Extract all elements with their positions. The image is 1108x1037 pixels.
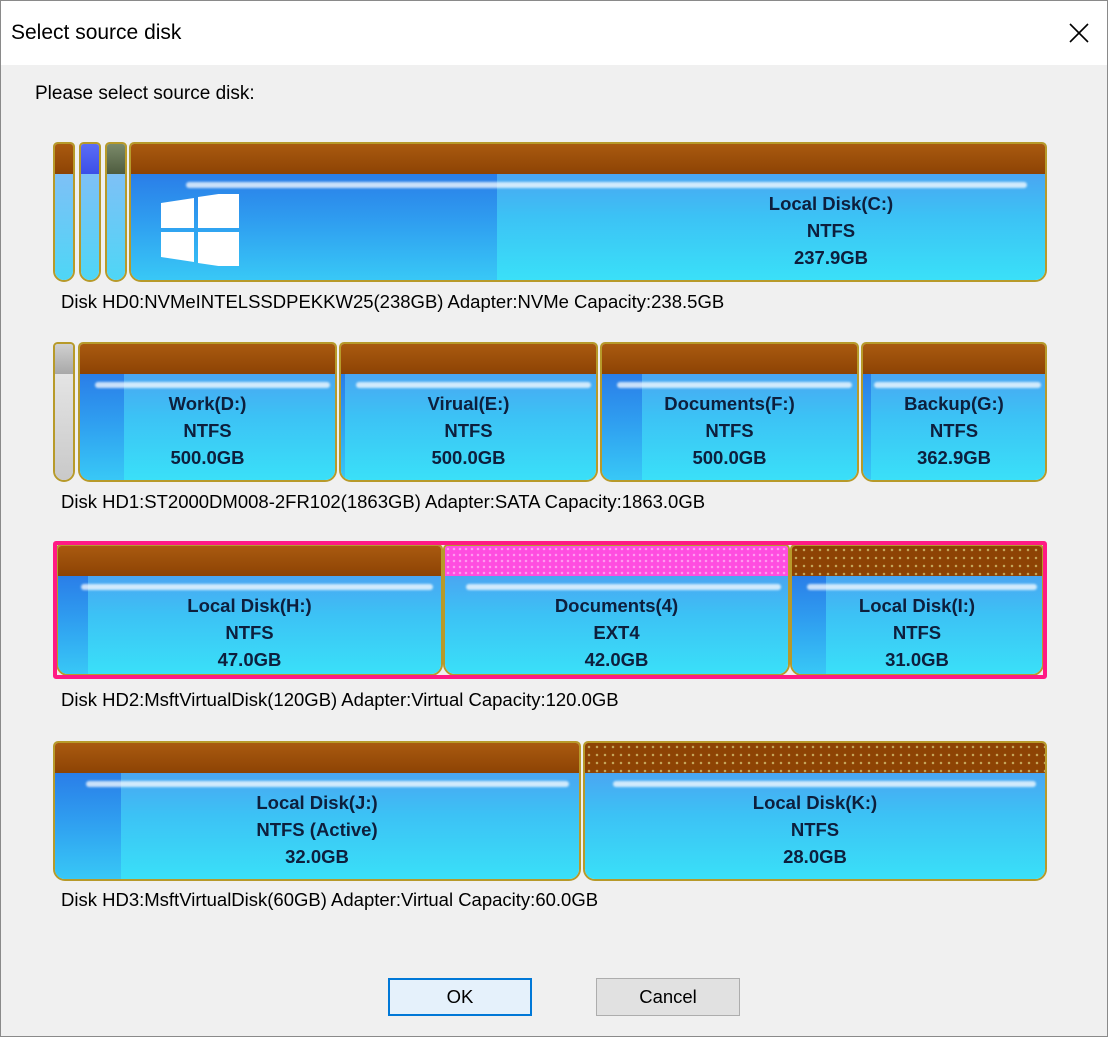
prompt-label: Please select source disk: <box>35 83 255 104</box>
disk-hd0-label: Disk HD0:NVMeINTELSSDPEKKW25(238GB) Adap… <box>61 291 725 312</box>
partition-filesystem: NTFS <box>929 420 979 441</box>
partition-filesystem: NTFS <box>892 622 942 643</box>
partition-name: Documents(F:) <box>664 393 795 414</box>
partition-local-disk-i[interactable]: Local Disk(I:) NTFS 31.0GB <box>790 544 1044 676</box>
partition-name: Local Disk(K:) <box>752 792 878 813</box>
partition-filesystem: NTFS <box>705 420 754 441</box>
disk-hd2-label: Disk HD2:MsftVirtualDisk(120GB) Adapter:… <box>61 689 619 710</box>
partition-info: Local Disk(C:) NTFS 237.9GB <box>497 190 1045 271</box>
partition-local-disk-c[interactable]: Local Disk(C:) NTFS 237.9GB <box>129 142 1047 282</box>
partition-name: Local Disk(J:) <box>256 792 378 813</box>
partition-size: 47.0GB <box>217 649 282 670</box>
partition-work-d[interactable]: Work(D:) NTFS 500.0GB <box>78 342 337 482</box>
disk-hd3-label: Disk HD3:MsftVirtualDisk(60GB) Adapter:V… <box>61 889 599 910</box>
partition-local-disk-k[interactable]: Local Disk(K:) NTFS 28.0GB <box>583 741 1047 881</box>
partition-name: Local Disk(I:) <box>858 595 976 616</box>
partition-size: 42.0GB <box>584 649 649 670</box>
partition-filesystem: NTFS <box>790 819 840 840</box>
partition-filesystem: EXT4 <box>593 622 640 643</box>
hd1-reserved-partition[interactable] <box>53 342 75 482</box>
partition-info: Local Disk(K:) NTFS 28.0GB <box>585 789 1045 870</box>
partition-info: Documents(F:) NTFS 500.0GB <box>602 390 857 471</box>
partition-info: Virual(E:) NTFS 500.0GB <box>341 390 596 471</box>
partition-size: 31.0GB <box>885 649 949 670</box>
close-button[interactable] <box>1051 1 1107 65</box>
hd0-reserved-partition-2[interactable] <box>79 142 101 282</box>
partition-name: Backup(G:) <box>904 393 1004 414</box>
partition-filesystem: NTFS <box>225 622 274 643</box>
partition-name: Documents(4) <box>554 595 679 616</box>
partition-info: Local Disk(J:) NTFS (Active) 32.0GB <box>55 789 579 870</box>
title-bar: Select source disk <box>1 1 1107 65</box>
partition-name: Local Disk(H:) <box>187 595 312 616</box>
partition-info: Documents(4) EXT4 42.0GB <box>445 592 788 673</box>
partition-filesystem: NTFS <box>444 420 493 441</box>
partition-info: Work(D:) NTFS 500.0GB <box>80 390 335 471</box>
partition-local-disk-h[interactable]: Local Disk(H:) NTFS 47.0GB <box>56 544 443 676</box>
partition-name: Local Disk(C:) <box>768 193 894 214</box>
disk-hd1-label: Disk HD1:ST2000DM008-2FR102(1863GB) Adap… <box>61 491 706 512</box>
partition-size: 500.0GB <box>170 447 245 468</box>
partition-documents-f[interactable]: Documents(F:) NTFS 500.0GB <box>600 342 859 482</box>
partition-size: 28.0GB <box>783 846 847 867</box>
partition-size: 237.9GB <box>793 247 869 268</box>
ok-button[interactable]: OK <box>388 978 532 1016</box>
close-icon <box>1069 23 1089 43</box>
select-source-disk-dialog: Select source disk Please select source … <box>0 0 1108 1037</box>
partition-documents-4[interactable]: Documents(4) EXT4 42.0GB <box>443 544 790 676</box>
partition-size: 500.0GB <box>431 447 506 468</box>
partition-size: 32.0GB <box>285 846 349 867</box>
partition-filesystem: NTFS <box>806 220 856 241</box>
partition-filesystem: NTFS (Active) <box>256 819 378 840</box>
partition-info: Local Disk(I:) NTFS 31.0GB <box>792 592 1042 673</box>
partition-size: 362.9GB <box>916 447 992 468</box>
partition-info: Local Disk(H:) NTFS 47.0GB <box>58 592 441 673</box>
partition-info: Backup(G:) NTFS 362.9GB <box>863 390 1045 471</box>
partition-backup-g[interactable]: Backup(G:) NTFS 362.9GB <box>861 342 1047 482</box>
hd0-reserved-partition-3[interactable] <box>105 142 127 282</box>
partition-filesystem: NTFS <box>183 420 232 441</box>
hd0-reserved-partition-1[interactable] <box>53 142 75 282</box>
cancel-button[interactable]: Cancel <box>596 978 740 1016</box>
partition-name: Virual(E:) <box>427 393 510 414</box>
partition-virual-e[interactable]: Virual(E:) NTFS 500.0GB <box>339 342 598 482</box>
partition-size: 500.0GB <box>692 447 767 468</box>
partition-name: Work(D:) <box>168 393 247 414</box>
partition-local-disk-j[interactable]: Local Disk(J:) NTFS (Active) 32.0GB <box>53 741 581 881</box>
window-title: Select source disk <box>11 21 182 44</box>
windows-logo-icon <box>161 194 239 266</box>
